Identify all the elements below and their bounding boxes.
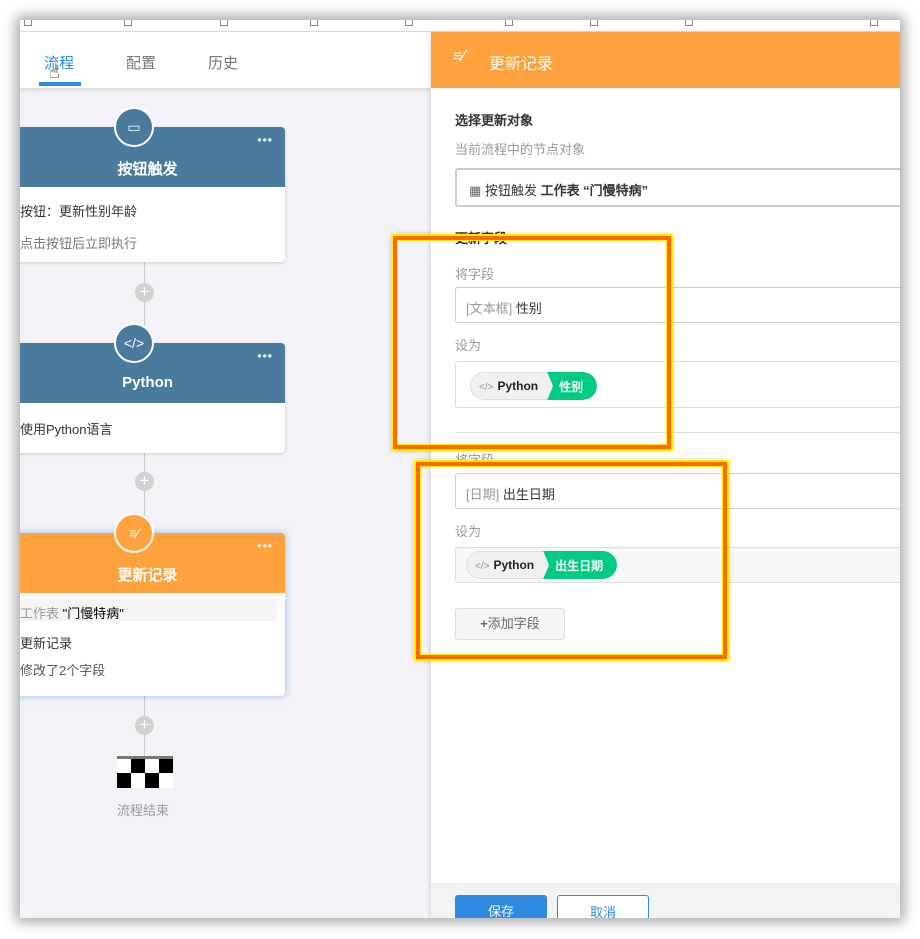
update-record-icon: ≡⁄ (114, 513, 154, 553)
target-node: 按钮触发 (484, 183, 537, 198)
node-line: 修改了2个字段 (20, 663, 106, 678)
node-line: 按钮：更新性别年龄 (20, 204, 138, 219)
bookmarks-bar (20, 20, 900, 32)
flow-end-label: 流程结束 (117, 803, 170, 818)
more-icon[interactable]: ••• (257, 539, 273, 553)
highlight-box (391, 234, 673, 451)
button-trigger-icon: ▭ (114, 107, 154, 147)
node-button-trigger[interactable]: ▭ 按钮触发 ••• 按钮：更新性别年龄 点击按钮后立即执行 (20, 107, 285, 262)
highlight-box (414, 460, 729, 661)
sheet-name: "门慢特病" (62, 606, 124, 621)
hand-cursor-icon: ☝ (49, 62, 60, 82)
code-icon: </> (114, 323, 154, 363)
node-sheet: 工作表 "门慢特病" (20, 599, 277, 621)
cancel-button[interactable]: 取消 (557, 895, 649, 918)
node-title: Python (20, 343, 285, 403)
target-sheet: 工作表 “门慢特病” (540, 183, 649, 198)
tab-history[interactable]: 历史 (208, 52, 238, 73)
node-line: 使用Python语言 (20, 422, 113, 437)
more-icon[interactable]: ••• (257, 133, 273, 147)
panel-header: ≡⁄ 更新记录 (431, 32, 900, 88)
select-title: 选择更新对象 (455, 113, 534, 128)
tab-bar: 流程 配置 历史 (20, 32, 431, 88)
tab-config[interactable]: 配置 (126, 52, 156, 73)
save-button[interactable]: 保存 (455, 895, 547, 918)
panel-footer: 保存 取消 (431, 883, 900, 918)
node-line: 更新记录 (20, 636, 73, 651)
add-node-button[interactable]: + (135, 716, 154, 735)
node-line: 点击按钮后立即执行 (20, 236, 138, 251)
more-icon[interactable]: ••• (257, 349, 273, 363)
panel-title: 更新记录 (489, 56, 554, 73)
select-hint: 当前流程中的节点对象 (455, 142, 586, 157)
add-node-button[interactable]: + (135, 283, 154, 302)
target-select[interactable]: ▦ 按钮触发 工作表 “门慢特病” (455, 168, 900, 207)
node-title: 按钮触发 (20, 127, 285, 187)
add-node-button[interactable]: + (135, 472, 154, 491)
table-icon: ▦ (469, 183, 482, 198)
node-title: 更新记录 (20, 533, 285, 593)
node-python[interactable]: </> Python ••• 使用Python语言 (20, 323, 285, 453)
flow-end-icon (117, 756, 173, 788)
sheet-label: 工作表 (20, 606, 60, 621)
node-update-record[interactable]: ≡⁄ 更新记录 ••• 工作表 "门慢特病" 更新记录 修改了2个字段 (20, 513, 285, 696)
active-tab-indicator (39, 82, 81, 86)
update-record-icon: ≡⁄ (453, 48, 466, 65)
